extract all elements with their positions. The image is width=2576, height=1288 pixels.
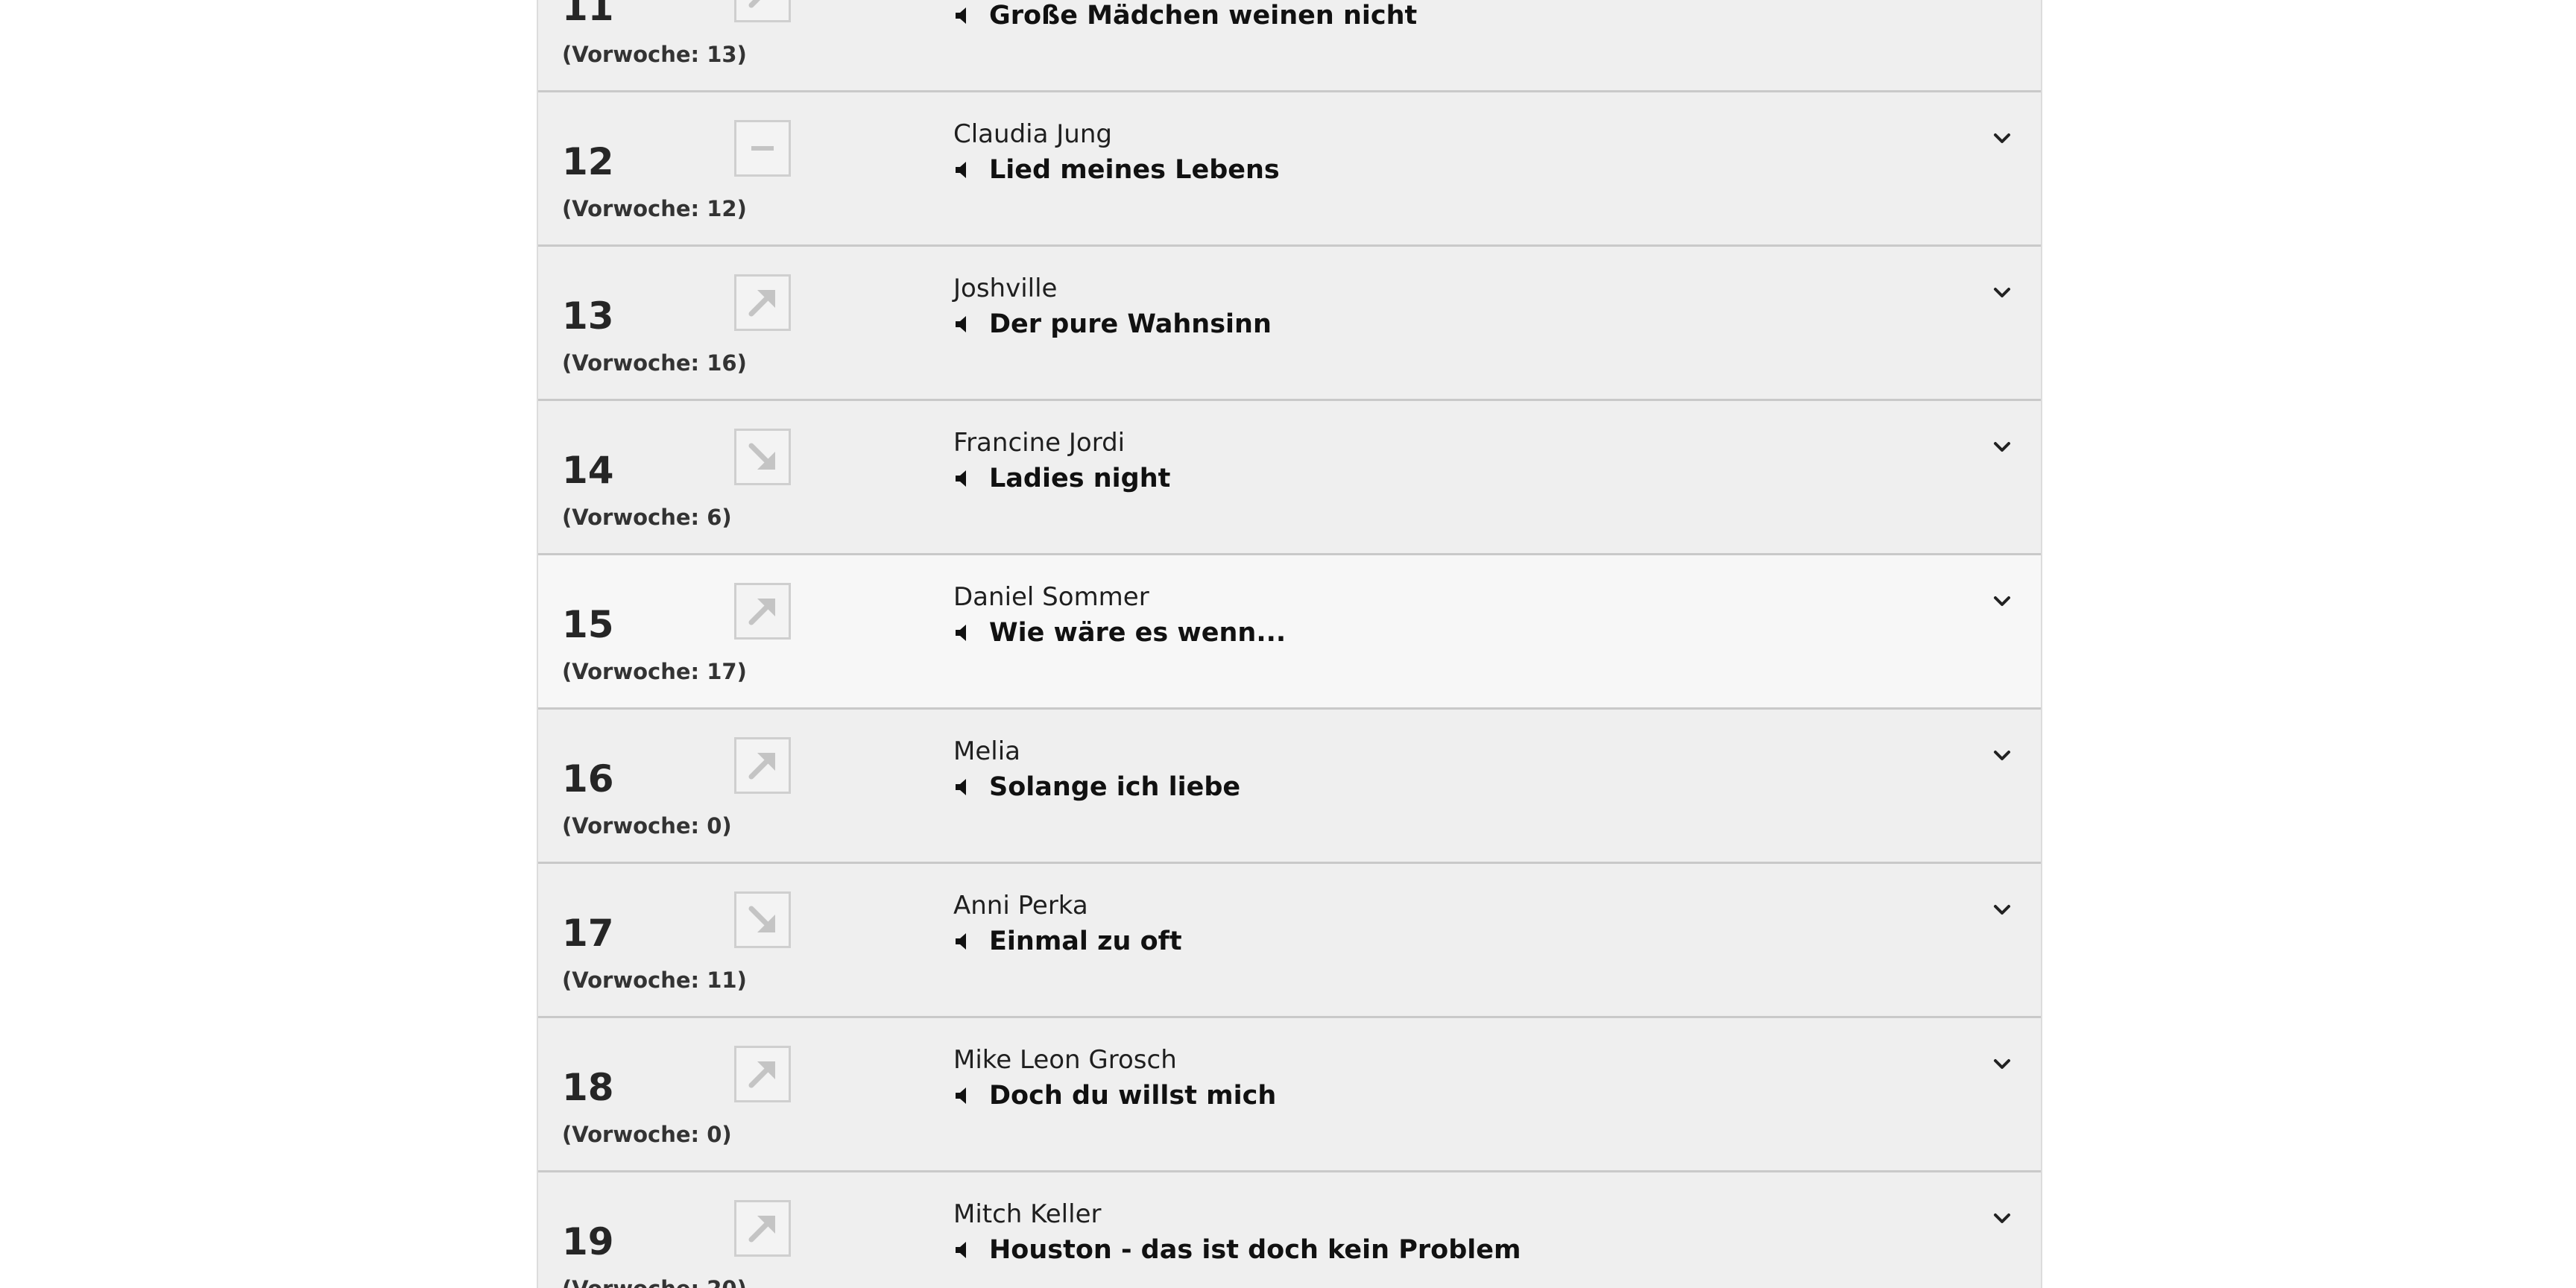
chart-entry-17[interactable]: 17 (Vorwoche: 11) Anni Perka Einmal zu o… xyxy=(538,864,2041,1018)
rank-number: 11 xyxy=(562,0,614,29)
speaker-icon[interactable] xyxy=(953,160,974,180)
expand-button[interactable] xyxy=(1986,1048,2018,1081)
play-title[interactable]: Solange ich liebe xyxy=(953,771,1240,804)
artist-name: Anni Perka xyxy=(953,891,1088,921)
song-title: Lied meines Lebens xyxy=(989,155,1280,185)
trend-indicator xyxy=(734,891,791,948)
rank-number: 17 xyxy=(562,912,614,955)
song-title: Wie wäre es wenn... xyxy=(989,618,1287,648)
play-title[interactable]: Lied meines Lebens xyxy=(953,154,1280,186)
chart-entry-18[interactable]: 18 (Vorwoche: 0) Mike Leon Grosch Doch d… xyxy=(538,1018,2041,1172)
rank-number: 19 xyxy=(562,1220,614,1263)
rank-number: 16 xyxy=(562,757,614,801)
rank-number: 18 xyxy=(562,1066,614,1109)
chart-viewport[interactable]: 11 (Vorwoche: 13) Große Mädchen weinen n… xyxy=(0,0,2576,1288)
play-title[interactable]: Doch du willst mich xyxy=(953,1079,1276,1112)
trend-indicator xyxy=(734,1200,791,1257)
previous-week-rank: (Vorwoche: 0) xyxy=(562,813,732,839)
expand-button[interactable] xyxy=(1986,894,2018,926)
previous-week-rank: (Vorwoche: 11) xyxy=(562,967,747,993)
expand-button[interactable] xyxy=(1986,431,2018,464)
expand-button[interactable] xyxy=(1986,585,2018,618)
speaker-icon[interactable] xyxy=(953,622,974,643)
speaker-icon[interactable] xyxy=(953,1240,974,1260)
previous-week-rank: (Vorwoche: 0) xyxy=(562,1122,732,1147)
rank-number: 14 xyxy=(562,449,614,492)
speaker-icon[interactable] xyxy=(953,5,974,26)
speaker-icon[interactable] xyxy=(953,1085,974,1106)
expand-button[interactable] xyxy=(1986,1202,2018,1235)
expand-button[interactable] xyxy=(1986,739,2018,772)
previous-week-rank: (Vorwoche: 12) xyxy=(562,196,747,221)
chevron-down-icon xyxy=(1994,751,2010,760)
chevron-down-icon xyxy=(1994,905,2010,915)
artist-name: Mike Leon Grosch xyxy=(953,1045,1177,1075)
chart-entry-12[interactable]: 12 (Vorwoche: 12) Claudia Jung Lied mein… xyxy=(538,92,2041,247)
trend-indicator xyxy=(734,1046,791,1102)
trend-indicator xyxy=(734,429,791,485)
rank-number: 13 xyxy=(562,294,614,338)
arrow-up-right-icon xyxy=(748,753,775,780)
trend-indicator xyxy=(734,274,791,331)
arrow-up-right-icon xyxy=(748,1216,775,1243)
chart-entry-15[interactable]: 15 (Vorwoche: 17) Daniel Sommer Wie wäre… xyxy=(538,555,2041,710)
artist-name: Mitch Keller xyxy=(953,1199,1102,1229)
chevron-down-icon xyxy=(1994,1059,2010,1069)
arrow-down-right-icon xyxy=(748,443,775,470)
expand-button[interactable] xyxy=(1986,277,2018,309)
play-title[interactable]: Einmal zu oft xyxy=(953,925,1182,958)
artist-name: Francine Jordi xyxy=(953,428,1126,458)
play-title[interactable]: Ladies night xyxy=(953,462,1170,495)
artist-name: Daniel Sommer xyxy=(953,582,1149,612)
expand-button[interactable] xyxy=(1986,0,2018,1)
trend-indicator xyxy=(734,0,791,22)
dash-icon xyxy=(751,146,774,151)
speaker-icon[interactable] xyxy=(953,314,974,335)
previous-week-rank: (Vorwoche: 6) xyxy=(562,505,732,530)
arrow-down-right-icon xyxy=(748,906,775,932)
rank-number: 12 xyxy=(562,140,614,183)
trend-indicator xyxy=(734,120,791,177)
rank-number: 15 xyxy=(562,603,614,646)
chevron-down-icon xyxy=(1994,133,2010,143)
speaker-icon[interactable] xyxy=(953,777,974,798)
chevron-down-icon xyxy=(1994,596,2010,606)
arrow-up-right-icon xyxy=(748,0,760,8)
song-title: Solange ich liebe xyxy=(989,772,1241,802)
previous-week-rank: (Vorwoche: 17) xyxy=(562,659,747,684)
song-title: Einmal zu oft xyxy=(989,926,1182,956)
chart-entry-16[interactable]: 16 (Vorwoche: 0) Melia Solange ich liebe xyxy=(538,710,2041,864)
trend-indicator xyxy=(734,583,791,640)
expand-button[interactable] xyxy=(1986,122,2018,155)
arrow-up-right-icon xyxy=(748,1061,775,1088)
arrow-up-right-icon xyxy=(748,290,775,317)
artist-name: Melia xyxy=(953,736,1020,766)
song-title: Doch du willst mich xyxy=(989,1081,1277,1111)
play-title[interactable]: Große Mädchen weinen nicht xyxy=(953,0,1417,32)
song-title: Große Mädchen weinen nicht xyxy=(989,1,1418,31)
speaker-icon[interactable] xyxy=(953,468,974,489)
chart-entry-13[interactable]: 13 (Vorwoche: 16) Joshville Der pure Wah… xyxy=(538,247,2041,401)
trend-indicator xyxy=(734,737,791,794)
chart-list: 11 (Vorwoche: 13) Große Mädchen weinen n… xyxy=(537,0,2042,1288)
previous-week-rank: (Vorwoche: 20) xyxy=(562,1276,747,1288)
play-title[interactable]: Houston - das ist doch kein Problem xyxy=(953,1234,1521,1266)
chevron-down-icon xyxy=(1994,442,2010,452)
chart-entry-11[interactable]: 11 (Vorwoche: 13) Große Mädchen weinen n… xyxy=(538,0,2041,92)
chevron-down-icon xyxy=(1994,288,2010,297)
play-title[interactable]: Wie wäre es wenn... xyxy=(953,616,1286,649)
artist-name: Claudia Jung xyxy=(953,119,1112,149)
arrow-up-right-icon xyxy=(748,599,775,625)
speaker-icon[interactable] xyxy=(953,931,974,952)
artist-name: Joshville xyxy=(953,274,1058,303)
chart-entry-14[interactable]: 14 (Vorwoche: 6) Francine Jordi Ladies n… xyxy=(538,401,2041,555)
song-title: Houston - das ist doch kein Problem xyxy=(989,1235,1521,1265)
play-title[interactable]: Der pure Wahnsinn xyxy=(953,308,1272,341)
chevron-down-icon xyxy=(1994,1213,2010,1223)
previous-week-rank: (Vorwoche: 13) xyxy=(562,42,747,67)
song-title: Der pure Wahnsinn xyxy=(989,309,1272,339)
chart-entry-19[interactable]: 19 (Vorwoche: 20) Mitch Keller Houston -… xyxy=(538,1172,2041,1288)
song-title: Ladies night xyxy=(989,464,1171,493)
previous-week-rank: (Vorwoche: 16) xyxy=(562,350,747,376)
